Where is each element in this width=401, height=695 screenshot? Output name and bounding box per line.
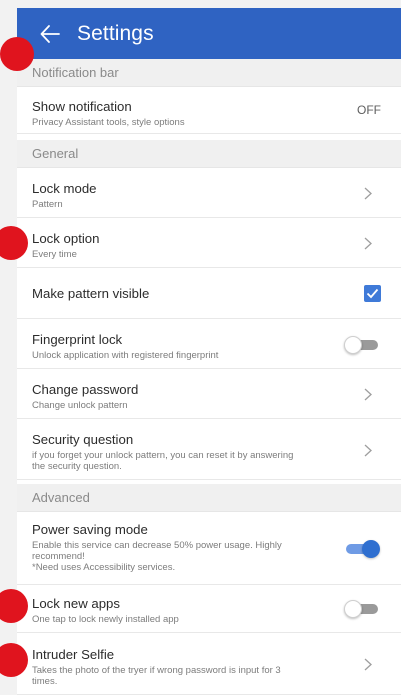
setting-subtitle: the security question. — [32, 461, 122, 472]
setting-title: Lock mode — [32, 181, 97, 196]
chevron-right-icon — [364, 444, 372, 457]
setting-subtitle: if you forget your unlock pattern, you c… — [32, 450, 294, 461]
back-button[interactable] — [33, 8, 67, 59]
toggle-thumb — [344, 336, 362, 354]
fingerprint-lock-toggle[interactable] — [344, 336, 380, 354]
setting-fingerprint-lock[interactable]: Fingerprint lock Unlock application with… — [17, 319, 401, 369]
section-header-general: General — [17, 140, 401, 168]
setting-title: Power saving mode — [32, 522, 148, 537]
setting-title: Change password — [32, 382, 139, 397]
setting-lock-option[interactable]: Lock option Every time — [17, 218, 401, 268]
setting-make-pattern-visible[interactable]: Make pattern visible — [17, 268, 401, 319]
pattern-visible-checkbox[interactable] — [364, 285, 381, 302]
setting-subtitle: Enable this service can decrease 50% pow… — [32, 540, 282, 551]
setting-subtitle: Every time — [32, 249, 77, 260]
chevron-right-icon — [364, 388, 372, 401]
annotation-marker — [0, 37, 34, 71]
setting-change-password[interactable]: Change password Change unlock pattern — [17, 369, 401, 419]
setting-power-saving-mode[interactable]: Power saving mode Enable this service ca… — [17, 512, 401, 585]
lock-new-apps-toggle[interactable] — [344, 600, 380, 618]
setting-show-notification[interactable]: Show notification Privacy Assistant tool… — [17, 87, 401, 134]
setting-subtitle: *Need uses Accessibility services. — [32, 562, 176, 573]
setting-subtitle: Change unlock pattern — [32, 400, 128, 411]
power-saving-toggle[interactable] — [344, 540, 380, 558]
checkmark-icon — [366, 288, 379, 299]
setting-title: Security question — [32, 432, 134, 447]
toggle-thumb — [344, 600, 362, 618]
setting-intruder-selfie[interactable]: Intruder Selfie Takes the photo of the t… — [17, 633, 401, 695]
setting-subtitle: recommend! — [32, 551, 85, 562]
setting-subtitle: Privacy Assistant tools, style options — [32, 117, 185, 128]
section-header-notification-bar: Notification bar — [17, 59, 401, 87]
chevron-right-icon — [364, 237, 372, 250]
notification-status-value[interactable]: OFF — [357, 103, 381, 117]
setting-lock-mode[interactable]: Lock mode Pattern — [17, 168, 401, 218]
settings-screen: Settings Notification bar Show notificat… — [0, 0, 401, 695]
setting-subtitle: One tap to lock newly installed app — [32, 614, 179, 625]
setting-title: Intruder Selfie — [32, 647, 115, 662]
toggle-thumb — [362, 540, 380, 558]
setting-title: Show notification — [32, 99, 132, 114]
setting-subtitle: Takes the photo of the tryer if wrong pa… — [32, 665, 281, 676]
setting-title: Make pattern visible — [32, 286, 150, 301]
arrow-left-icon — [40, 24, 60, 43]
setting-subtitle: Unlock application with registered finge… — [32, 350, 219, 361]
page-title: Settings — [77, 21, 154, 45]
settings-list: Notification bar Show notification Priva… — [17, 59, 401, 695]
setting-title: Lock option — [32, 231, 100, 246]
section-header-advanced: Advanced — [17, 484, 401, 512]
setting-title: Fingerprint lock — [32, 332, 123, 347]
setting-subtitle: times. — [32, 676, 58, 687]
chevron-right-icon — [364, 658, 372, 671]
chevron-right-icon — [364, 187, 372, 200]
setting-title: Lock new apps — [32, 596, 120, 611]
app-bar: Settings — [17, 8, 401, 59]
setting-lock-new-apps[interactable]: Lock new apps One tap to lock newly inst… — [17, 585, 401, 633]
setting-security-question[interactable]: Security question if you forget your unl… — [17, 419, 401, 480]
setting-subtitle: Pattern — [32, 199, 63, 210]
